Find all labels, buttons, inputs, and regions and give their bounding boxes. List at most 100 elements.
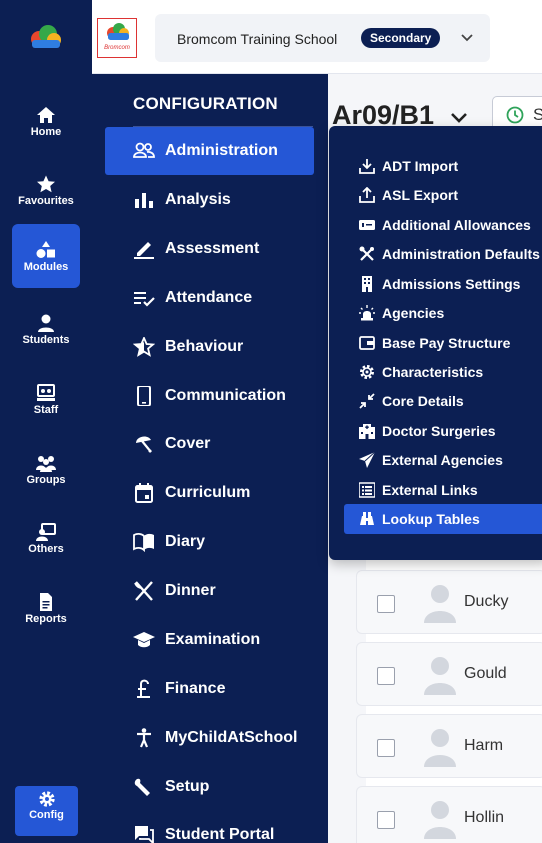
config-button[interactable]: Config	[15, 786, 78, 836]
rail-item-others[interactable]: Others	[0, 513, 92, 573]
config-item-label: Communication	[165, 387, 286, 404]
submenu-item-additional-allowances[interactable]: Additional Allowances	[344, 210, 542, 240]
config-item-communication[interactable]: Communication	[105, 372, 314, 420]
siren-icon	[359, 305, 375, 321]
configuration-menu: CONFIGURATION Administration Analysis As…	[92, 74, 328, 843]
rail-item-home[interactable]: Home	[0, 96, 92, 156]
phone-icon	[137, 386, 151, 406]
school-selector[interactable]: Bromcom Training School Secondary	[155, 14, 490, 62]
submenu-item-agencies[interactable]: Agencies	[344, 298, 542, 328]
cover-icon	[136, 436, 152, 453]
school-logo-text: Bromcom	[104, 45, 130, 51]
star-outline-icon	[133, 337, 155, 357]
staff-icon	[37, 384, 55, 401]
groups-icon	[36, 456, 56, 472]
others-icon	[36, 523, 56, 541]
config-item-diary[interactable]: Diary	[105, 518, 314, 566]
school-logo-icon	[107, 23, 129, 40]
student-name: Gould	[464, 665, 507, 682]
config-item-label: Dinner	[165, 582, 216, 599]
star-icon	[37, 175, 55, 193]
config-item-curriculum[interactable]: Curriculum	[105, 469, 314, 517]
config-item-setup[interactable]: Setup	[105, 763, 314, 811]
config-item-label: Analysis	[165, 191, 231, 208]
config-item-mychildatschool[interactable]: MyChildAtSchool	[105, 714, 314, 762]
config-item-label: Setup	[165, 778, 210, 795]
submenu-item-label: Characteristics	[382, 364, 484, 380]
submenu-item-label: ASL Export	[382, 187, 458, 203]
row-checkbox[interactable]	[377, 595, 395, 613]
config-item-label: Examination	[165, 631, 261, 648]
submenu-item-label: External Links	[382, 482, 478, 498]
clock-icon	[506, 106, 524, 124]
chevron-down-icon	[461, 34, 473, 42]
rail-item-staff[interactable]: Staff	[0, 374, 92, 434]
document-icon	[40, 593, 52, 611]
submenu-item-administration-defaults[interactable]: Administration Defaults	[344, 239, 542, 269]
config-item-examination[interactable]: Examination	[105, 616, 314, 664]
student-row[interactable]: Harm	[356, 714, 542, 778]
config-item-analysis[interactable]: Analysis	[105, 176, 314, 224]
submenu-item-core-details[interactable]: Core Details	[344, 386, 542, 416]
rail-item-label: Favourites	[18, 195, 74, 207]
chevron-down-icon[interactable]	[450, 111, 468, 125]
submenu-item-base-pay-structure[interactable]: Base Pay Structure	[344, 328, 542, 358]
config-item-label: MyChildAtSchool	[165, 729, 298, 746]
config-item-finance[interactable]: Finance	[105, 665, 314, 713]
submenu-item-label: Doctor Surgeries	[382, 423, 496, 439]
config-item-dinner[interactable]: Dinner	[105, 567, 314, 615]
rail-item-label: Others	[28, 543, 64, 555]
rail-item-label: Reports	[25, 613, 67, 625]
config-item-label: Curriculum	[165, 484, 251, 501]
submenu-item-external-links[interactable]: External Links	[344, 475, 542, 505]
rail-item-modules[interactable]: Modules	[12, 224, 80, 288]
row-checkbox[interactable]	[377, 667, 395, 685]
config-item-label: Finance	[165, 680, 226, 697]
student-row[interactable]: Hollin	[356, 786, 542, 843]
mortarboard-icon	[133, 632, 155, 648]
avatar-placeholder-icon	[424, 729, 456, 767]
submenu-item-label: External Agencies	[382, 452, 503, 468]
configuration-title: CONFIGURATION	[133, 94, 278, 113]
rail-item-label: Students	[22, 334, 70, 346]
list-check-icon	[134, 292, 155, 307]
submenu-item-asl-export[interactable]: ASL Export	[344, 180, 542, 210]
submenu-item-doctor-surgeries[interactable]: Doctor Surgeries	[344, 416, 542, 446]
submenu-item-external-agencies[interactable]: External Agencies	[344, 445, 542, 475]
rail-item-favourites[interactable]: Favourites	[0, 165, 92, 225]
submenu-item-characteristics[interactable]: Characteristics	[344, 357, 542, 387]
config-item-attendance[interactable]: Attendance	[105, 274, 314, 322]
tools-icon	[359, 246, 374, 261]
student-name: Ducky	[464, 593, 509, 610]
export-icon	[359, 187, 375, 203]
config-item-behaviour[interactable]: Behaviour	[105, 323, 314, 371]
rail-item-students[interactable]: Students	[0, 304, 92, 364]
cog-icon	[360, 365, 374, 379]
submenu-item-label: ADT Import	[382, 158, 459, 174]
links-icon	[359, 482, 375, 498]
rail-item-label: Groups	[26, 474, 66, 486]
gear-icon	[38, 791, 55, 807]
pencil-icon	[134, 242, 154, 259]
config-item-label: Cover	[165, 435, 211, 452]
student-row[interactable]: Ducky	[356, 570, 542, 634]
compress-icon	[359, 393, 375, 409]
submenu-item-lookup-tables[interactable]: Lookup Tables	[344, 504, 542, 534]
config-item-student-portal[interactable]: Student Portal	[105, 811, 314, 843]
config-item-cover[interactable]: Cover	[105, 420, 314, 468]
rail-item-reports[interactable]: Reports	[0, 583, 92, 643]
config-item-label: Diary	[165, 533, 206, 550]
row-checkbox[interactable]	[377, 739, 395, 757]
app-logo-icon[interactable]	[28, 24, 64, 50]
row-checkbox[interactable]	[377, 811, 395, 829]
config-item-assessment[interactable]: Assessment	[105, 225, 314, 273]
student-row[interactable]: Gould	[356, 642, 542, 706]
rail-item-groups[interactable]: Groups	[0, 444, 92, 504]
bar-chart-icon	[135, 193, 153, 208]
submenu-item-adt-import[interactable]: ADT Import	[344, 151, 542, 181]
config-item-administration[interactable]: Administration	[105, 127, 314, 175]
calendar-icon	[135, 483, 153, 503]
home-icon	[37, 107, 55, 123]
submenu-item-admissions-settings[interactable]: Admissions Settings	[344, 269, 542, 299]
avatar-placeholder-icon	[424, 657, 456, 695]
